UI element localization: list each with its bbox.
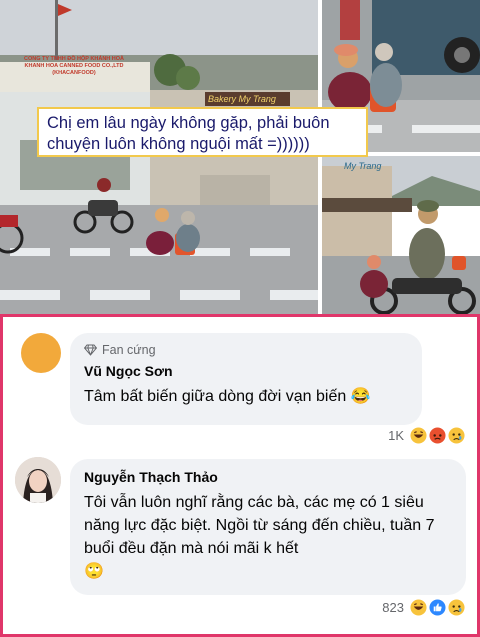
company-sign-line-2: KHANH HOA CANNED FOOD CO.,LTD (KHACANFOO… [24,63,124,76]
motorbike-scene-illustration [322,156,480,314]
angry-reaction-icon [429,427,446,444]
company-sign-line-1: CONG TY TNHH ĐỒ HỘP KHÁNH HOÀ [23,56,125,62]
comment-text-body: Tâm bất biến giữa dòng đời vạn biến [84,388,347,405]
haha-reaction-icon [410,427,427,444]
street-photo-main[interactable]: CONG TY TNHH ĐỒ HỘP KHÁNH HOÀ KHANH HOA … [0,0,318,314]
reaction-count: 1K [388,428,404,443]
diamond-icon [84,344,97,356]
comment-text: Tôi vẫn luôn nghĩ rằng các bà, các mẹ có… [84,491,452,583]
comment-text: Tâm bất biến giữa dòng đời vạn biến 😂 [84,385,408,408]
comment-text-body: Tôi vẫn luôn nghĩ rằng các bà, các mẹ có… [84,494,435,557]
street-photo-bottom-right[interactable]: My Trang [322,156,480,314]
avatar[interactable] [21,333,61,373]
like-reaction-icon [429,599,446,616]
sad-reaction-icon [448,599,465,616]
reaction-summary[interactable]: 823 [382,599,465,616]
comment-bubble: Fan cứng Vũ Ngọc Sơn Tâm bất biến giữa d… [70,333,422,425]
comment-bubble: Nguyễn Thạch Thảo Tôi vẫn luôn nghĩ rằng… [70,459,466,595]
fan-badge-label: Fan cứng [102,343,156,357]
bakery-sign-small: My Trang [344,161,382,171]
post-caption: Chị em lâu ngày không gặp, phải buôn chu… [37,107,368,157]
laughing-emoji-icon: 😂 [350,388,371,405]
avatar[interactable] [15,457,61,503]
comments-panel: Fan cứng Vũ Ngọc Sơn Tâm bất biến giữa d… [0,314,480,637]
reaction-count: 823 [382,600,404,615]
eye-roll-emoji-icon: 🙄 [84,563,104,580]
commenter-name[interactable]: Nguyễn Thạch Thảo [84,469,452,485]
haha-reaction-icon [410,599,427,616]
company-sign: CONG TY TNHH ĐỒ HỘP KHÁNH HOÀ KHANH HOA … [4,56,144,77]
commenter-name[interactable]: Vũ Ngọc Sơn [84,363,408,379]
photo-collage: CONG TY TNHH ĐỒ HỘP KHÁNH HOÀ KHANH HOA … [0,0,480,314]
sad-reaction-icon [448,427,465,444]
profile-photo-icon [15,457,61,503]
fan-badge: Fan cứng [84,343,408,357]
bakery-sign: Bakery My Trang [208,94,276,104]
street-scene-illustration [0,0,318,314]
reaction-summary[interactable]: 1K [388,427,465,444]
